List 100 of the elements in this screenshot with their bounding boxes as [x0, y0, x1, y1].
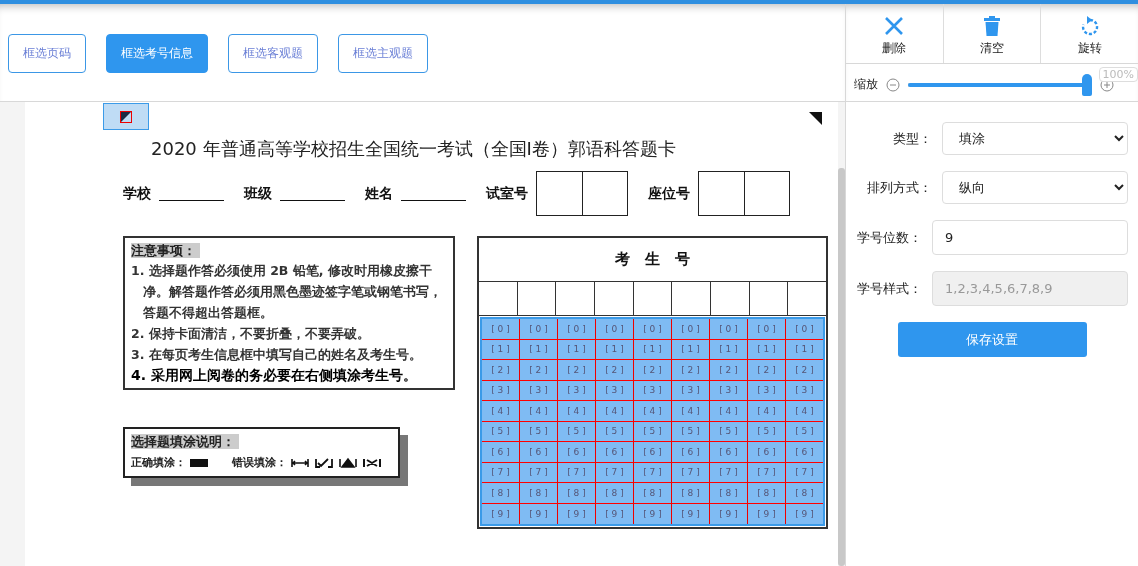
bubble-label: [ 2 ]: [672, 360, 710, 380]
bubble-label: [ 5 ]: [558, 421, 596, 441]
sheet-title: 2020 年普通高等学校招生全国统一考试（全国I卷）郭语科答题卡: [151, 137, 677, 161]
field-label: 类型：: [892, 129, 933, 148]
bubble-label: [ 8 ]: [794, 486, 815, 500]
notice-item: 4. 采用网上阅卷的务必要在右侧填涂考生号。: [131, 366, 418, 385]
bubble-label: [ 2 ]: [794, 363, 815, 377]
tool-button[interactable]: 旋转: [1041, 4, 1138, 63]
select-field[interactable]: 填涂: [942, 122, 1128, 155]
bubble-label: [ 1 ]: [634, 339, 672, 359]
bubble-label: [ 4 ]: [634, 401, 672, 421]
bubble-label: [ 2 ]: [748, 360, 786, 380]
bubble-label: [ 1 ]: [794, 343, 815, 357]
bubble-label: [ 9 ]: [558, 503, 596, 524]
bubble-label: [ 3 ]: [596, 380, 634, 400]
rotate-icon: [1080, 16, 1099, 36]
bubble-label: [ 2 ]: [482, 360, 520, 380]
bubble-label: [ 0 ]: [558, 319, 596, 339]
bubble-label: [ 0 ]: [482, 319, 520, 339]
select-field[interactable]: 纵向: [942, 171, 1128, 204]
input-field[interactable]: 9: [932, 220, 1128, 255]
correct-fill-label: 正确填涂：: [131, 455, 186, 470]
field-label: 学号样式：: [856, 279, 923, 298]
bubble-label: [ 3 ]: [520, 380, 558, 400]
bubble-label: [ 7 ]: [596, 462, 634, 482]
bubble-label: [ 6 ]: [748, 442, 786, 462]
select-mode-button[interactable]: 框选页码: [8, 34, 86, 73]
bubble-label: [ 6 ]: [520, 442, 558, 462]
tool-button[interactable]: 清空: [943, 4, 1042, 63]
notice-item: 3. 在每页考生信息框中填写自己的姓名及考生号。: [131, 346, 423, 364]
slider-thumb[interactable]: [1082, 73, 1092, 96]
bubble-label: [ 6 ]: [482, 442, 520, 462]
bubble-label: [ 7 ]: [558, 462, 596, 482]
info-label: 姓名: [365, 184, 393, 203]
bubble-label: [ 0 ]: [596, 319, 634, 339]
bubble-label: [ 3 ]: [558, 380, 596, 400]
field-label: 学号位数：: [856, 228, 923, 247]
bubble-label: [ 0 ]: [794, 322, 815, 336]
bubble-label: [ 4 ]: [672, 401, 710, 421]
bubble-label: [ 4 ]: [482, 401, 520, 421]
bubble-label: [ 8 ]: [748, 483, 786, 503]
bubble-label: [ 6 ]: [634, 442, 672, 462]
bubble-label: [ 9 ]: [748, 503, 786, 524]
bubble-label: [ 4 ]: [596, 401, 634, 421]
bubble-label: [ 0 ]: [710, 319, 748, 339]
bubble-label: [ 1 ]: [482, 339, 520, 359]
bubble-label: [ 3 ]: [748, 380, 786, 400]
bubble-label: [ 6 ]: [596, 442, 634, 462]
bubble-label: [ 8 ]: [672, 483, 710, 503]
bubble-label: [ 9 ]: [596, 503, 634, 524]
corner-mark-icon: [120, 110, 132, 123]
trash-icon: [984, 16, 1000, 36]
select-mode-button[interactable]: 框选客观题: [228, 34, 318, 73]
bubble-label: [ 1 ]: [672, 339, 710, 359]
bubble-label: [ 5 ]: [748, 421, 786, 441]
close-icon: [884, 16, 905, 36]
bubble-label: [ 4 ]: [794, 404, 815, 418]
bubble-label: [ 9 ]: [710, 503, 748, 524]
zoom-out-icon[interactable]: [886, 77, 900, 92]
bubble-label: [ 4 ]: [558, 401, 596, 421]
zoom-label: 缩放: [854, 76, 878, 93]
bubble-label: [ 7 ]: [482, 462, 520, 482]
bubble-label: [ 1 ]: [596, 339, 634, 359]
bubble-label: [ 4 ]: [710, 401, 748, 421]
selection-overlay[interactable]: [480, 317, 825, 526]
bubble-label: [ 2 ]: [710, 360, 748, 380]
bubble-label: [ 1 ]: [710, 339, 748, 359]
scrollbar-thumb[interactable]: [838, 168, 845, 566]
tool-button[interactable]: 删除: [846, 4, 944, 63]
info-label: 座位号: [648, 184, 690, 203]
fill-guide-heading: 选择题填涂说明：: [131, 434, 239, 449]
info-label: 学校: [123, 184, 151, 203]
filled-mark-icon: [190, 458, 208, 467]
bubble-label: [ 0 ]: [748, 319, 786, 339]
bubble-label: [ 5 ]: [634, 421, 672, 441]
bubble-label: [ 4 ]: [748, 401, 786, 421]
corner-mark-icon: [809, 112, 822, 125]
notice-heading: 注意事项：: [131, 243, 200, 258]
bubble-label: [ 7 ]: [672, 462, 710, 482]
bubble-label: [ 2 ]: [634, 360, 672, 380]
bubble-label: [ 9 ]: [520, 503, 558, 524]
bubble-label: [ 8 ]: [596, 483, 634, 503]
wrong-fill-label: 错误填涂：: [232, 455, 287, 470]
notice-item: 2. 保持卡面清洁，不要折叠，不要弄破。: [131, 325, 371, 343]
select-mode-button[interactable]: 框选主观题: [338, 34, 428, 73]
bubble-label: [ 2 ]: [558, 360, 596, 380]
field-label: 排列方式：: [866, 178, 933, 197]
zoom-reading: 100%: [1098, 67, 1138, 82]
grid-heading: 考 生 号: [479, 238, 826, 282]
bubble-label: [ 8 ]: [634, 483, 672, 503]
bubble-label: [ 6 ]: [710, 442, 748, 462]
info-label: 班级: [244, 184, 272, 203]
bubble-label: [ 7 ]: [794, 466, 815, 480]
bubble-label: [ 6 ]: [672, 442, 710, 462]
bubble-label: [ 2 ]: [596, 360, 634, 380]
bubble-label: [ 2 ]: [520, 360, 558, 380]
bubble-label: [ 3 ]: [672, 380, 710, 400]
selection-box[interactable]: [103, 103, 149, 130]
bubble-label: [ 6 ]: [558, 442, 596, 462]
bubble-label: [ 3 ]: [482, 380, 520, 400]
